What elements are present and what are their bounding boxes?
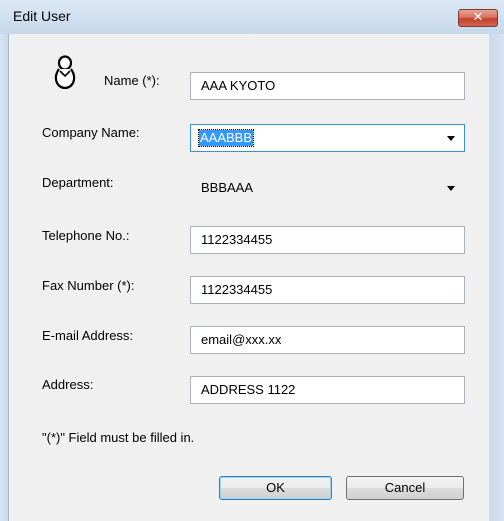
ok-button[interactable]: OK — [219, 476, 332, 500]
edit-user-dialog: Edit User ✕ Name (*): AAA KYOTO Company … — [0, 0, 504, 521]
required-fields-note: "(*)" Field must be filled in. — [42, 430, 195, 445]
name-input[interactable]: AAA KYOTO — [190, 72, 465, 100]
fax-label: Fax Number (*): — [42, 278, 135, 293]
close-button[interactable]: ✕ — [458, 9, 498, 27]
chevron-down-icon[interactable] — [447, 136, 455, 141]
department-label: Department: — [42, 175, 114, 190]
address-input-value: ADDRESS 1122 — [201, 382, 296, 397]
telephone-input-value: 1122334455 — [201, 232, 273, 247]
email-label: E-mail Address: — [42, 328, 134, 343]
window-title: Edit User — [13, 8, 71, 24]
telephone-label: Telephone No.: — [42, 228, 130, 243]
title-bar[interactable]: Edit User ✕ — [0, 0, 504, 34]
name-input-value: AAA KYOTO — [201, 78, 276, 93]
user-icon — [54, 55, 76, 89]
company-name-label: Company Name: — [42, 125, 140, 140]
name-label: Name (*): — [104, 73, 160, 88]
window-frame-right — [489, 34, 504, 521]
fax-input[interactable]: 1122334455 — [190, 276, 465, 304]
department-selected-value: BBBAAA — [201, 180, 254, 195]
company-name-selected-value: AAABBB — [197, 129, 255, 147]
email-input[interactable]: email@xxx.xx — [190, 326, 465, 354]
department-select[interactable]: BBBAAA — [190, 174, 465, 202]
cancel-button[interactable]: Cancel — [346, 476, 464, 500]
chevron-down-icon[interactable] — [447, 186, 455, 191]
email-input-value: email@xxx.xx — [201, 332, 282, 347]
window-frame-left — [0, 34, 8, 521]
telephone-input[interactable]: 1122334455 — [190, 226, 465, 254]
fax-input-value: 1122334455 — [201, 282, 273, 297]
company-name-select[interactable]: AAABBB — [190, 124, 465, 152]
close-icon: ✕ — [472, 10, 484, 25]
address-label: Address: — [42, 377, 94, 392]
address-input[interactable]: ADDRESS 1122 — [190, 376, 465, 404]
